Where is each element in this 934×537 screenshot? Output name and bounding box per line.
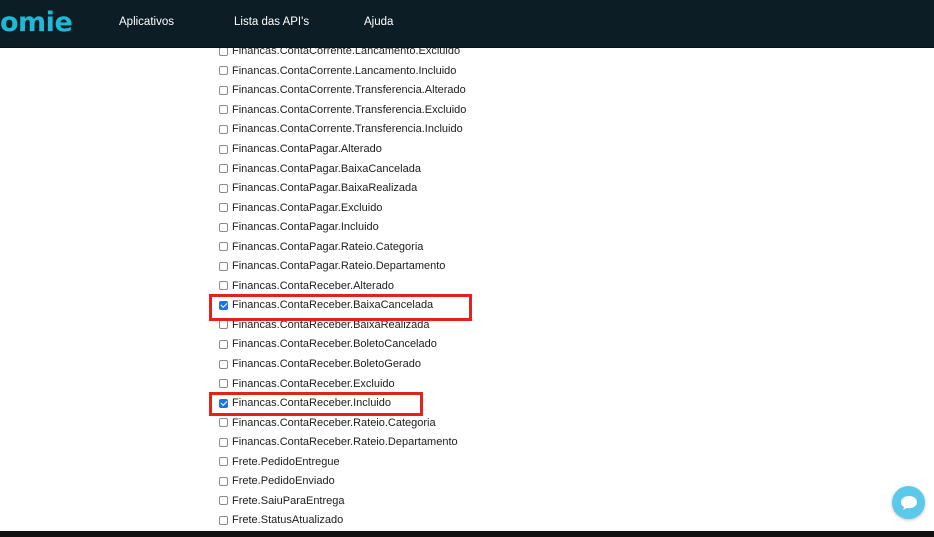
event-label: Financas.ContaPagar.BaixaRealizada xyxy=(232,182,418,195)
event-row[interactable]: Financas.ContaReceber.Incluido xyxy=(219,393,466,413)
checkbox[interactable] xyxy=(219,203,228,213)
checkbox[interactable] xyxy=(219,85,228,95)
checkbox[interactable] xyxy=(219,359,228,369)
event-row[interactable]: Financas.ContaReceber.BoletoGerado xyxy=(219,354,466,374)
event-label: Financas.ContaReceber.BoletoCancelado xyxy=(232,338,437,351)
event-label: Financas.ContaCorrente.Lancamento.Exclui… xyxy=(232,48,461,58)
event-row[interactable]: Financas.ContaReceber.BaixaRealizada xyxy=(219,315,466,335)
chat-button[interactable] xyxy=(892,486,925,519)
event-label: Financas.ContaPagar.Rateio.Categoria xyxy=(232,240,424,253)
event-label: Frete.StatusAtualizado xyxy=(232,514,344,527)
checkbox-checked[interactable] xyxy=(219,300,228,310)
checkbox[interactable] xyxy=(219,515,228,525)
event-row[interactable]: Financas.ContaReceber.BoletoCancelado xyxy=(219,335,466,355)
event-label: Frete.PedidoEntregue xyxy=(232,455,340,468)
event-row[interactable]: Financas.ContaReceber.Excluido xyxy=(219,374,466,394)
checkbox[interactable] xyxy=(219,476,228,486)
event-label: Financas.ContaPagar.Incluido xyxy=(232,221,379,234)
event-label: Financas.ContaPagar.BaixaCancelada xyxy=(232,162,421,175)
event-label: Financas.ContaCorrente.Transferencia.Exc… xyxy=(232,103,467,116)
event-label: Financas.ContaReceber.Rateio.Departament… xyxy=(232,436,458,449)
event-label: Financas.ContaReceber.BaixaRealizada xyxy=(232,318,430,331)
event-row[interactable]: Frete.StatusAtualizado xyxy=(219,511,466,530)
event-label: Financas.ContaReceber.BaixaCancelada xyxy=(232,299,434,312)
checkbox[interactable] xyxy=(219,437,228,447)
event-label: Financas.ContaPagar.Alterado xyxy=(232,143,382,155)
event-label: Financas.ContaCorrente.Lancamento.Inclui… xyxy=(232,64,457,77)
checkbox[interactable] xyxy=(219,183,228,193)
event-label: Frete.SaiuParaEntrega xyxy=(232,494,345,507)
event-row[interactable]: Financas.ContaPagar.Rateio.Categoria xyxy=(219,237,466,257)
checkbox[interactable] xyxy=(219,48,228,56)
checkbox[interactable] xyxy=(219,457,228,467)
checkbox[interactable] xyxy=(219,418,228,428)
event-row[interactable]: Financas.ContaCorrente.Transferencia.Exc… xyxy=(219,100,466,120)
event-row[interactable]: Financas.ContaPagar.BaixaCancelada xyxy=(219,159,466,179)
event-label: Financas.ContaPagar.Excluido xyxy=(232,201,383,214)
checkbox[interactable] xyxy=(219,105,228,115)
event-row[interactable]: Financas.ContaPagar.Rateio.Departamento xyxy=(219,257,466,277)
bottom-edge-strip xyxy=(0,531,934,537)
event-row[interactable]: Financas.ContaPagar.BaixaRealizada xyxy=(219,178,466,198)
event-row[interactable]: Financas.ContaReceber.BaixaCancelada xyxy=(219,296,466,316)
checkbox[interactable] xyxy=(219,339,228,349)
event-row[interactable]: Financas.ContaReceber.Alterado xyxy=(219,276,466,296)
event-label: Financas.ContaReceber.Rateio.Categoria xyxy=(232,416,436,429)
checkbox[interactable] xyxy=(219,222,228,232)
event-list-panel: Financas.ContaCorrente.Lancamento.Exclui… xyxy=(0,48,934,530)
checkbox[interactable] xyxy=(219,379,228,389)
event-label: Financas.ContaPagar.Rateio.Departamento xyxy=(232,260,446,273)
event-row[interactable]: Frete.SaiuParaEntrega xyxy=(219,491,466,511)
checkbox-checked[interactable] xyxy=(219,398,228,408)
checkbox[interactable] xyxy=(219,144,228,154)
event-label: Frete.PedidoEnviado xyxy=(232,475,335,488)
checkbox[interactable] xyxy=(219,281,228,291)
event-label: Financas.ContaReceber.Excluido xyxy=(232,377,395,390)
event-row[interactable]: Financas.ContaCorrente.Transferencia.Alt… xyxy=(219,81,466,101)
event-row[interactable]: Financas.ContaReceber.Rateio.Categoria xyxy=(219,413,466,433)
event-label: Financas.ContaReceber.Incluido xyxy=(232,397,391,410)
nav-lista-apis[interactable]: Lista das API's xyxy=(234,16,309,28)
event-checkbox-list: Financas.ContaCorrente.Lancamento.Exclui… xyxy=(219,48,466,530)
nav-aplicativos[interactable]: Aplicativos xyxy=(119,16,174,28)
event-label: Financas.ContaCorrente.Transferencia.Alt… xyxy=(232,84,466,97)
chat-bubble-icon xyxy=(900,495,917,510)
event-row[interactable]: Financas.ContaReceber.Rateio.Departament… xyxy=(219,432,466,452)
event-label: Financas.ContaReceber.Alterado xyxy=(232,279,395,292)
event-row[interactable]: Financas.ContaCorrente.Lancamento.Inclui… xyxy=(219,61,466,81)
checkbox[interactable] xyxy=(219,164,228,174)
checkbox[interactable] xyxy=(219,66,228,76)
event-row[interactable]: Frete.PedidoEnviado xyxy=(219,472,466,492)
event-row[interactable]: Financas.ContaPagar.Alterado xyxy=(219,139,466,159)
event-row[interactable]: Financas.ContaPagar.Excluido xyxy=(219,198,466,218)
top-navbar: omie Aplicativos Lista das API's Ajuda xyxy=(0,0,934,48)
event-label: Financas.ContaCorrente.Transferencia.Inc… xyxy=(232,123,463,136)
event-row[interactable]: Frete.PedidoEntregue xyxy=(219,452,466,472)
checkbox[interactable] xyxy=(219,496,228,506)
event-label: Financas.ContaReceber.BoletoGerado xyxy=(232,358,421,371)
checkbox[interactable] xyxy=(219,242,228,252)
checkbox[interactable] xyxy=(219,261,228,271)
omie-logo[interactable]: omie xyxy=(0,6,73,40)
nav-ajuda[interactable]: Ajuda xyxy=(364,16,393,28)
checkbox[interactable] xyxy=(219,124,228,134)
event-row[interactable]: Financas.ContaPagar.Incluido xyxy=(219,217,466,237)
event-row[interactable]: Financas.ContaCorrente.Transferencia.Inc… xyxy=(219,120,466,140)
checkbox[interactable] xyxy=(219,320,228,330)
event-row[interactable]: Financas.ContaCorrente.Lancamento.Exclui… xyxy=(219,48,466,61)
